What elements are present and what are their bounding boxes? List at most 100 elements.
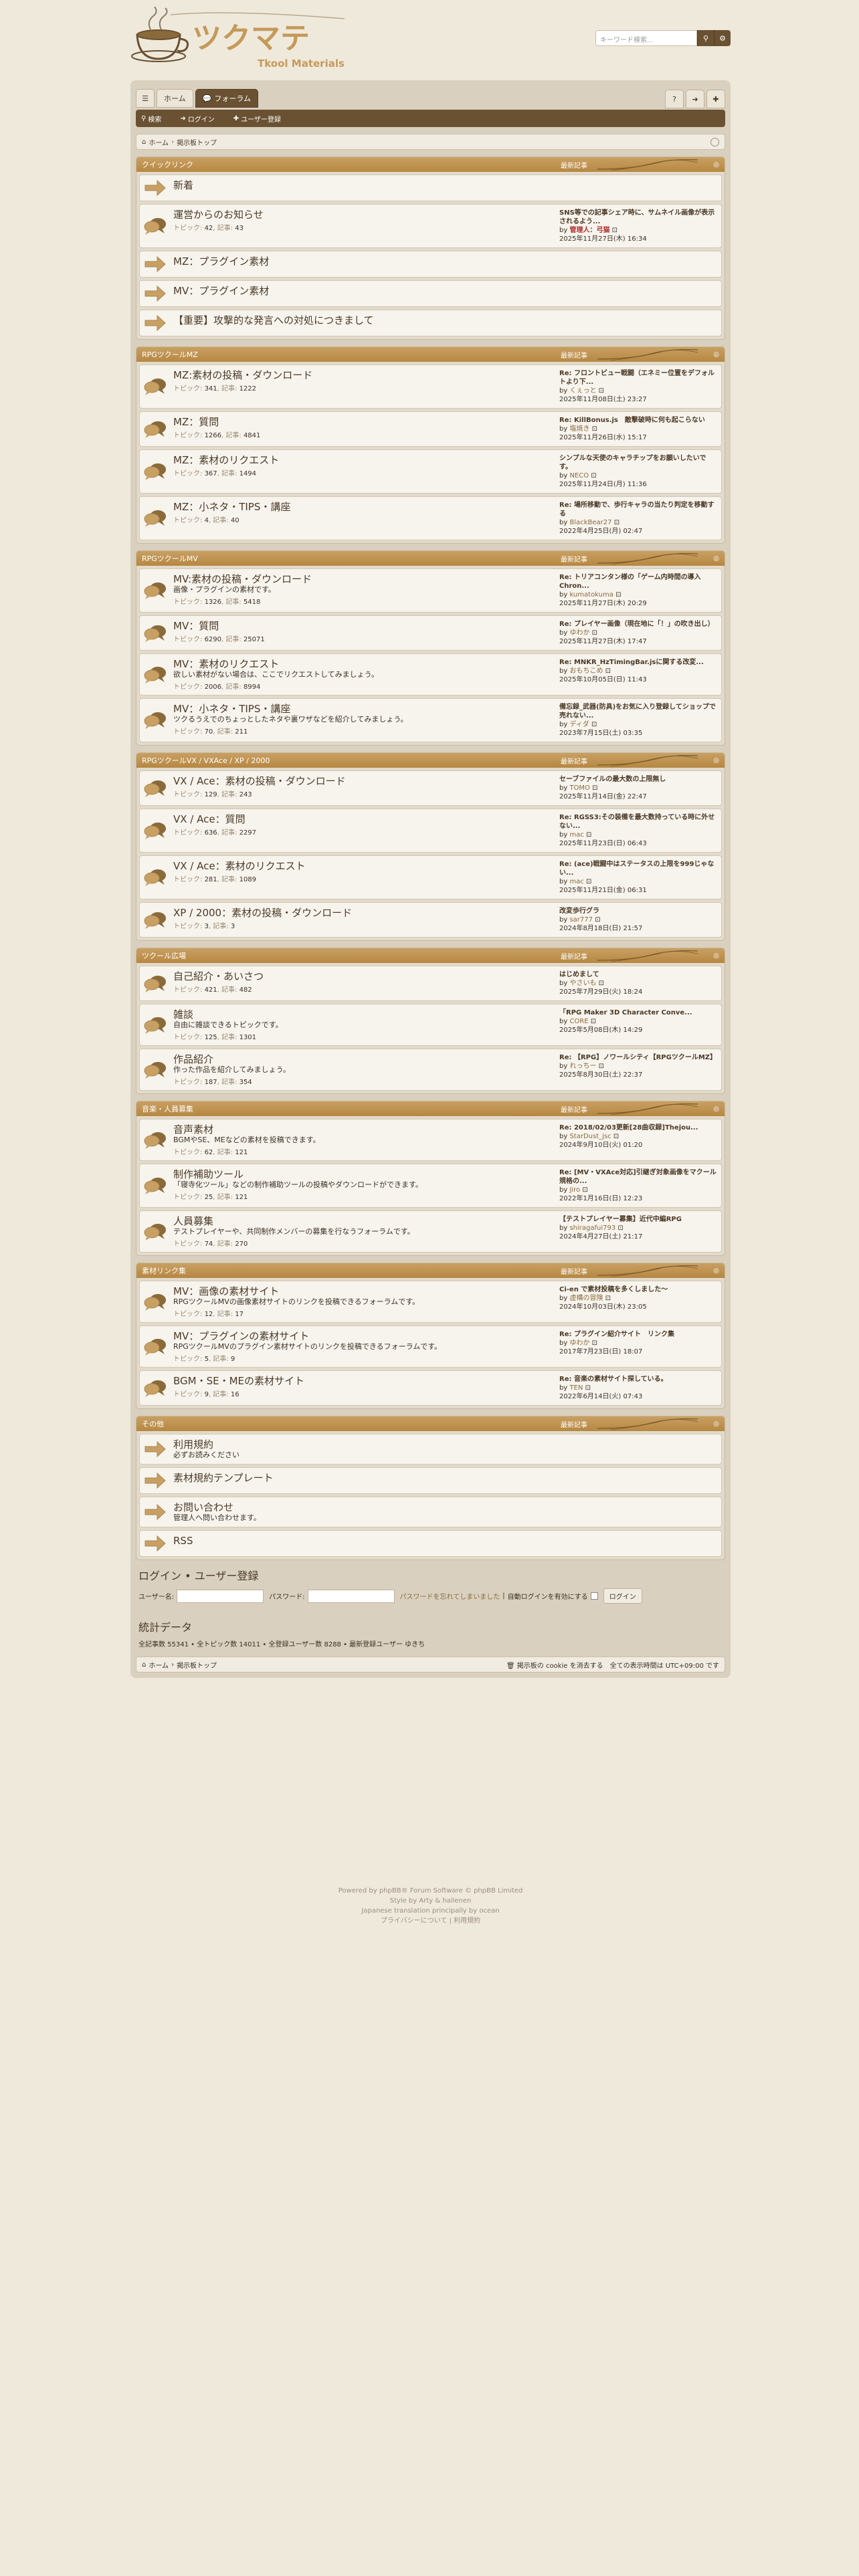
author-link[interactable]: sar777 <box>569 916 593 924</box>
last-post-title[interactable]: シンプルな天使のキャラチップをお願いしたいです。 <box>559 454 719 471</box>
forum-row[interactable]: MV：画像の素材サイト RPGツクールMVの画像素材サイトのリンクを投稿できるフォ… <box>139 1281 722 1323</box>
forum-row[interactable]: MZ：素材のリクエスト トピック: 367, 記事: 1494 シンプルな天使のキ… <box>139 449 722 494</box>
rss-icon[interactable]: ◎ <box>713 555 719 562</box>
author-link[interactable]: 塩焼き <box>569 425 589 433</box>
forum-row[interactable]: BGM・SE・MEの素材サイト トピック: 9, 記事: 16 Re: 音楽の素材… <box>139 1370 722 1406</box>
register-link[interactable]: ✚ ユーザー登録 <box>233 114 290 124</box>
view-post-icon[interactable]: ⊡ <box>586 831 591 839</box>
author-link[interactable]: Jiro <box>569 1186 580 1194</box>
forum-title[interactable]: RSS <box>173 1535 719 1547</box>
forum-title[interactable]: VX / Ace：素材のリクエスト <box>173 860 557 872</box>
forum-row[interactable]: 運営からのお知らせ トピック: 42, 記事: 43 SNS等での記事シェア時に、… <box>139 204 722 248</box>
forum-row[interactable]: VX / Ace：質問 トピック: 636, 記事: 2297 Re: RGSS3… <box>139 809 722 853</box>
forum-title[interactable]: 利用規約 <box>173 1438 719 1451</box>
forum-title[interactable]: MV:素材の投稿・ダウンロード <box>173 573 557 585</box>
forum-title[interactable]: VX / Ace：素材の投稿・ダウンロード <box>173 775 557 787</box>
forum-row[interactable]: 新着 <box>139 175 722 201</box>
view-post-icon[interactable]: ⊡ <box>605 1295 611 1302</box>
copyright-line-4[interactable]: プライバシーについて | 利用規約 <box>130 1916 731 1926</box>
forum-title[interactable]: 【重要】攻撃的な発言への対処につきまして <box>173 314 719 326</box>
view-post-icon[interactable]: ⊡ <box>591 721 597 728</box>
view-post-icon[interactable]: ⊡ <box>591 472 596 479</box>
view-post-icon[interactable]: ⊡ <box>613 1133 619 1140</box>
view-post-icon[interactable]: ⊡ <box>615 591 621 599</box>
author-link[interactable]: 管理人：弓猫 <box>569 227 609 234</box>
forum-row[interactable]: MV:素材の投稿・ダウンロード 画像・プラグインの素材です。 トピック: 1326,… <box>139 568 722 613</box>
view-post-icon[interactable]: ⊡ <box>612 227 617 234</box>
view-post-icon[interactable]: ⊡ <box>592 1339 597 1347</box>
forum-row[interactable]: 利用規約 必ずお読みください <box>139 1434 722 1465</box>
forum-row[interactable]: 制作補助ツール 「寝寺化ツール」などの制作補助ツールの投稿やダウンロードができます… <box>139 1164 722 1208</box>
last-post-title[interactable]: 【テストプレイヤー募集】近代中編RPG <box>559 1215 719 1224</box>
search-link[interactable]: ⚲ 検索 <box>141 114 171 124</box>
forum-title[interactable]: MZ：質問 <box>173 416 557 428</box>
search-input[interactable]: キーワード検索... <box>595 30 697 46</box>
category-title[interactable]: ツクール広場 <box>142 950 186 961</box>
last-post-title[interactable]: 「RPG Maker 3D Character Conve... <box>559 1008 719 1017</box>
forum-title[interactable]: 新着 <box>173 179 719 191</box>
forgot-password-link[interactable]: パスワードを忘れてしまいました <box>400 1591 500 1601</box>
forum-row[interactable]: MV：プラグインの素材サイト RPGツクールMVのプラグイン素材サイトのリンクを投… <box>139 1325 722 1368</box>
rss-icon[interactable]: ◎ <box>713 1105 719 1113</box>
author-link[interactable]: 虚構の冒険 <box>569 1295 603 1302</box>
forum-title[interactable]: MV：質問 <box>173 620 557 632</box>
forum-title[interactable]: MV：小ネタ・TIPS・講座 <box>173 703 557 715</box>
view-post-icon[interactable]: ⊡ <box>592 784 597 792</box>
forum-row[interactable]: 人員募集 テストプレイヤーや、共同制作メンバーの募集を行なうフォーラムです。 トピッ… <box>139 1210 722 1253</box>
autologin-checkbox[interactable] <box>590 1592 598 1600</box>
forum-title[interactable]: MV：画像の素材サイト <box>173 1285 557 1297</box>
forum-row[interactable]: 音声素材 BGMやSE、MEなどの素材を投稿できます。 トピック: 62, 記事: … <box>139 1119 722 1161</box>
view-post-icon[interactable]: ⊡ <box>585 1384 591 1392</box>
last-post-title[interactable]: Re: 【RPG】ノワールシティ【RPGツクールMZ】 <box>559 1053 719 1062</box>
password-field[interactable] <box>307 1589 395 1603</box>
forum-title[interactable]: XP / 2000：素材の投稿・ダウンロード <box>173 907 557 919</box>
view-post-icon[interactable]: ⊡ <box>605 667 611 675</box>
forum-title[interactable]: MV：素材のリクエスト <box>173 658 557 670</box>
forum-row[interactable]: MZ：質問 トピック: 1266, 記事: 4841 Re: KillBonus.… <box>139 411 722 447</box>
forum-title[interactable]: お問い合わせ <box>173 1501 719 1513</box>
last-post-title[interactable]: Re: 場所移動で、歩行キャラの当たり判定を移動する <box>559 501 719 518</box>
register-heading-link[interactable]: ユーザー登録 <box>195 1570 259 1582</box>
rss-icon[interactable]: ◎ <box>713 351 719 358</box>
author-link[interactable]: StarDust_jsc <box>569 1133 611 1140</box>
author-link[interactable]: kumatokuma <box>569 591 613 599</box>
last-post-title[interactable]: 改変歩行グラ <box>559 907 719 916</box>
author-link[interactable]: TOMO <box>569 784 589 792</box>
forum-title[interactable]: MV：プラグインの素材サイト <box>173 1330 557 1342</box>
forum-row[interactable]: MV：質問 トピック: 6290, 記事: 25071 Re: プレイヤー画像（現… <box>139 615 722 651</box>
site-logo[interactable]: ツクマテ Tkool Materials <box>130 7 358 74</box>
forum-row[interactable]: MV：素材のリクエスト 欲しい素材がない場合は、ここでリクエストしてみましょう。ト… <box>139 653 722 695</box>
login-submit-button[interactable]: ログイン <box>603 1588 642 1604</box>
login-heading-link[interactable]: ログイン <box>138 1570 181 1582</box>
last-post-title[interactable]: セーブファイルの最大数の上限無し <box>559 775 719 784</box>
forum-row[interactable]: MV：小ネタ・TIPS・講座 ツクるうえでのちょっとしたネタや裏ワザなどを紹介して… <box>139 698 722 742</box>
forum-row[interactable]: MV：プラグイン素材 <box>139 280 722 307</box>
forum-row[interactable]: MZ:素材の投稿・ダウンロード トピック: 341, 記事: 1222 Re: フ… <box>139 364 722 409</box>
category-title[interactable]: クイックリンク <box>142 159 193 170</box>
last-post-title[interactable]: Re: フロントビュー戦闘（エネミー位置をデフォルトより下... <box>559 369 719 387</box>
view-post-icon[interactable]: ⊡ <box>592 425 597 433</box>
view-post-icon[interactable]: ⊡ <box>617 1224 623 1232</box>
rss-icon[interactable]: ◎ <box>713 1267 719 1275</box>
help-button[interactable]: ? <box>665 90 684 108</box>
advanced-search-button[interactable]: ⚙ <box>714 30 731 46</box>
last-post-title[interactable]: はじめまして <box>559 970 719 979</box>
forum-row[interactable]: 素材規約テンプレート <box>139 1467 722 1494</box>
category-title[interactable]: RPGツクールMZ <box>142 349 198 360</box>
forum-title[interactable]: 運営からのお知らせ <box>173 209 557 221</box>
footer-home-link[interactable]: ホーム <box>149 1660 169 1670</box>
last-post-title[interactable]: Re: プレイヤー画像（現在地に「！」の吹き出し） <box>559 620 719 629</box>
username-field[interactable] <box>177 1589 264 1603</box>
last-post-title[interactable]: Re: RGSS3:その装備を最大数持っている時に外せない... <box>559 813 719 831</box>
view-post-icon[interactable]: ⊡ <box>599 980 604 987</box>
author-link[interactable]: CORE <box>569 1018 588 1025</box>
rss-icon[interactable]: ◎ <box>713 1420 719 1428</box>
forum-row[interactable]: 【重要】攻撃的な発言への対処につきまして <box>139 310 722 336</box>
login-link[interactable]: ➜ ログイン <box>180 114 223 124</box>
breadcrumb-board[interactable]: 掲示板トップ <box>177 137 217 147</box>
forum-row[interactable]: XP / 2000：素材の投稿・ダウンロード トピック: 3, 記事: 3 改変歩… <box>139 902 722 938</box>
forum-row[interactable]: MZ：小ネタ・TIPS・講座 トピック: 4, 記事: 40 Re: 場所移動で、… <box>139 496 722 540</box>
rss-icon[interactable]: ◎ <box>713 952 719 960</box>
forum-title[interactable]: MV：プラグイン素材 <box>173 285 719 297</box>
footer-board-link[interactable]: 掲示板トップ <box>177 1660 217 1670</box>
